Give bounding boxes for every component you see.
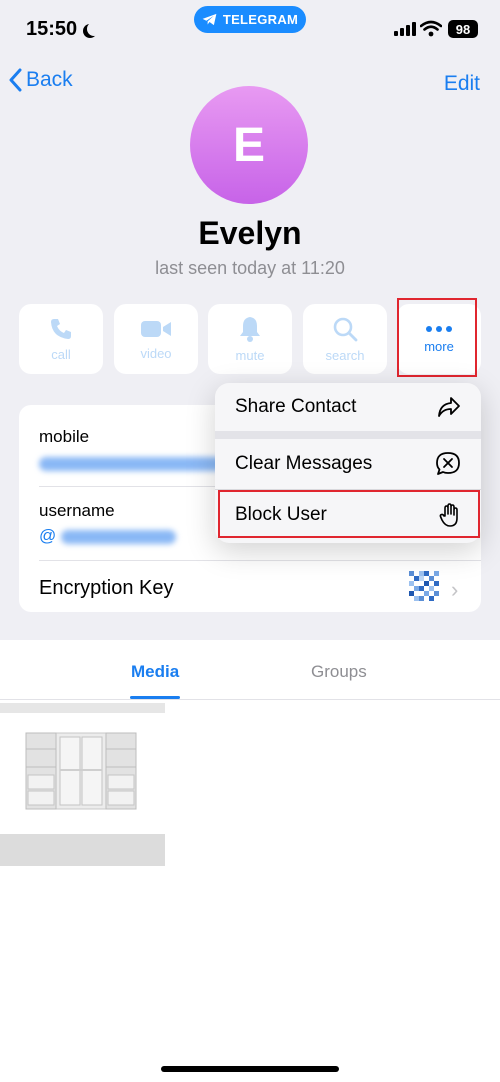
last-seen-status: last seen today at 11:20 [155, 258, 345, 278]
clear-chat-icon [436, 452, 460, 475]
mute-label: mute [235, 347, 265, 363]
username-value[interactable]: @ [39, 526, 176, 546]
telegram-pill-label: TELEGRAM [222, 12, 299, 27]
more-button-highlight [397, 298, 477, 377]
tab-media[interactable]: Media [131, 662, 179, 682]
encryption-key-label[interactable]: Encryption Key [39, 577, 174, 600]
edit-button[interactable]: Edit [444, 72, 480, 96]
avatar-letter: E [232, 118, 265, 172]
telegram-plane-icon [202, 13, 217, 26]
search-button[interactable]: search [303, 304, 387, 374]
video-button[interactable]: video [114, 304, 198, 374]
mute-button[interactable]: mute [208, 304, 292, 374]
battery-level: 98 [455, 21, 471, 37]
username-label: username [39, 501, 115, 520]
username-prefix: @ [39, 526, 57, 545]
active-tab-indicator [130, 696, 180, 699]
moon-icon [87, 22, 101, 36]
furniture-photo [25, 732, 137, 810]
avatar[interactable]: E [190, 86, 308, 204]
share-arrow-icon [438, 397, 460, 417]
video-icon [141, 320, 171, 337]
status-time-text: 15:50 [26, 18, 78, 40]
share-contact-menu-item[interactable]: Share Contact [215, 383, 481, 431]
chevron-left-icon [9, 68, 22, 92]
share-contact-label: Share Contact [235, 396, 357, 417]
redacted-phone-number [39, 456, 224, 471]
cellular-signal-icon [394, 22, 416, 36]
divider [39, 560, 481, 561]
chevron-right-icon: › [451, 577, 459, 602]
video-label: video [140, 345, 172, 361]
mobile-label: mobile [39, 427, 90, 446]
tab-groups[interactable]: Groups [311, 662, 367, 682]
call-button[interactable]: call [19, 304, 103, 374]
search-icon [333, 317, 358, 341]
contact-name: Evelyn [198, 215, 302, 251]
media-thumbnail[interactable] [0, 703, 165, 866]
battery-indicator: 98 [448, 20, 478, 38]
call-label: call [51, 346, 71, 362]
bell-icon [240, 316, 260, 342]
menu-separator [215, 431, 481, 439]
thumbnail-bottom-band [0, 834, 165, 866]
clear-messages-label: Clear Messages [235, 453, 373, 474]
search-label: search [325, 347, 365, 363]
back-label: Back [26, 68, 73, 91]
clear-messages-menu-item[interactable]: Clear Messages [215, 440, 481, 488]
thumbnail-top-band [0, 703, 165, 713]
media-tabs: Media Groups [0, 640, 500, 700]
redacted-username [61, 529, 176, 544]
status-time: 15:50 [26, 18, 97, 41]
telegram-pill[interactable]: TELEGRAM [194, 6, 306, 33]
back-button[interactable]: Back [8, 68, 73, 92]
phone-icon [51, 318, 71, 339]
wifi-icon [420, 20, 442, 37]
home-indicator[interactable] [161, 1066, 339, 1072]
encryption-key-icon[interactable] [409, 571, 439, 601]
block-user-highlight [218, 490, 480, 538]
mobile-number-blurred[interactable] [39, 453, 224, 473]
